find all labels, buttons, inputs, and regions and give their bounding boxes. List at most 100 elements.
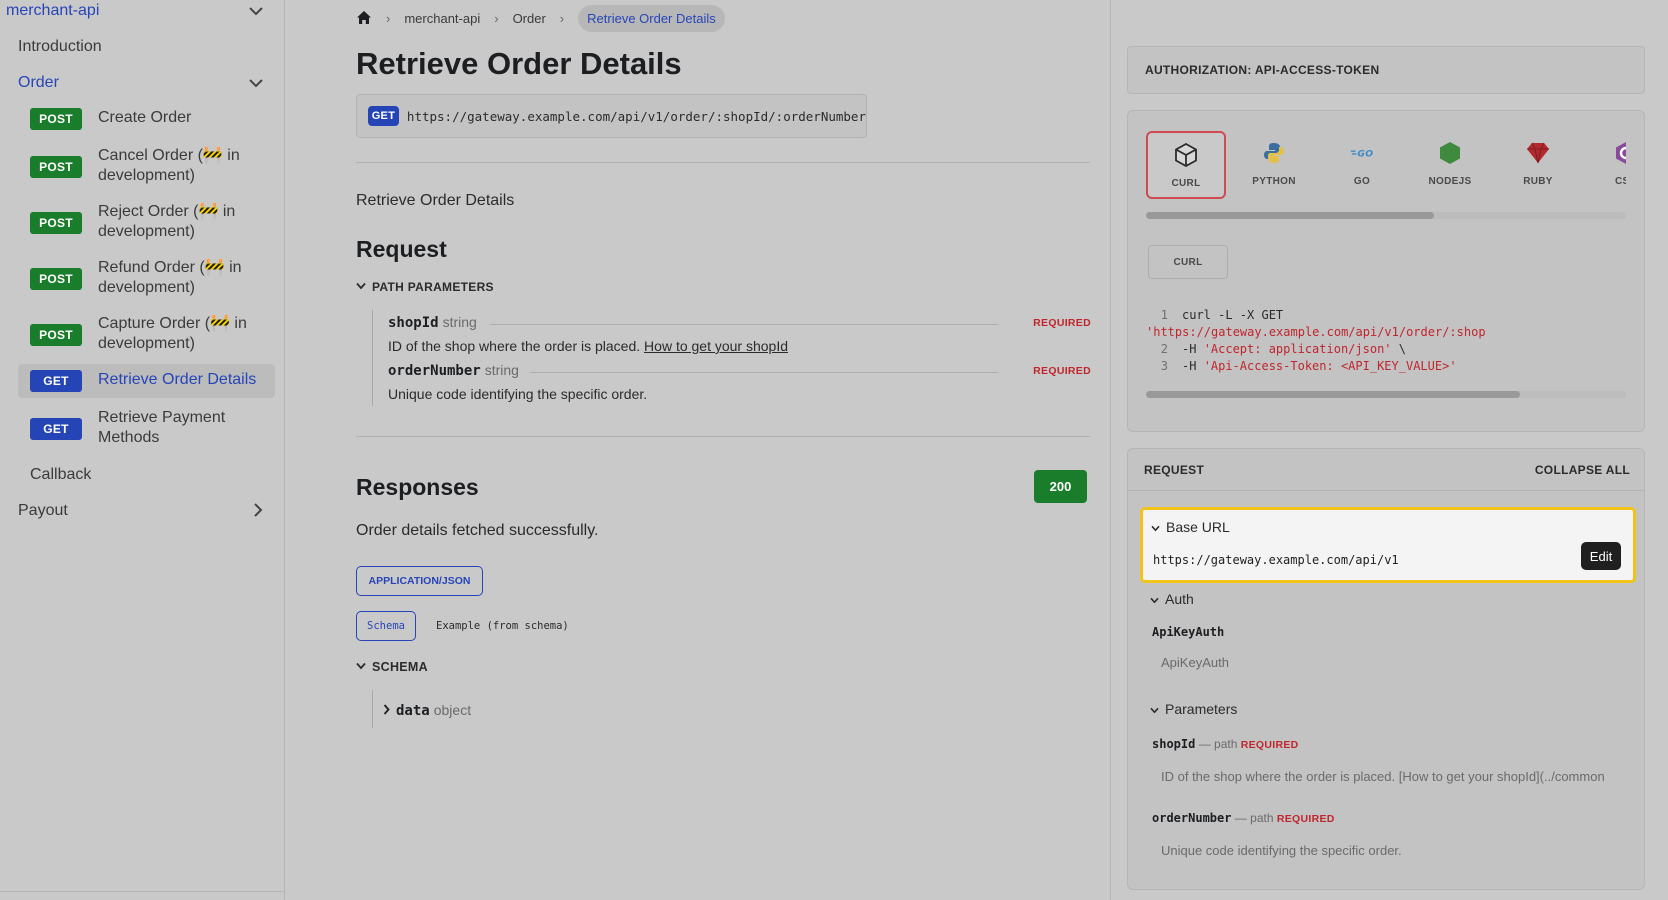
breadcrumb-current: Retrieve Order Details bbox=[578, 4, 725, 32]
parameters-section-toggle[interactable]: Parameters bbox=[1150, 701, 1237, 717]
lang-tab-ruby[interactable]: RUBY bbox=[1498, 131, 1578, 199]
sidebar-item-create-order[interactable]: POST Create Order bbox=[18, 108, 275, 130]
code-token: -H bbox=[1182, 359, 1204, 373]
base-url-toggle[interactable]: Base URL bbox=[1151, 519, 1230, 535]
sidebar-category-label: Order bbox=[18, 74, 59, 91]
sidebar-item-label: Refund Order (🚧 in development) bbox=[98, 259, 242, 296]
example-tab[interactable]: Example (from schema) bbox=[436, 620, 569, 632]
endpoint-url: https://gateway.example.com/api/v1/order… bbox=[406, 108, 866, 124]
lang-tab-label: CURL bbox=[1171, 178, 1201, 189]
lang-tab-curl[interactable]: CURL bbox=[1146, 131, 1226, 199]
required-badge: REQUIRED bbox=[1033, 365, 1091, 377]
sidebar-item-capture-order[interactable]: POST Capture Order (🚧 in development) bbox=[18, 314, 275, 356]
sidebar-item-retrieve-order-details[interactable]: GET Retrieve Order Details bbox=[18, 364, 275, 398]
param-description-text: ID of the shop where the order is placed… bbox=[388, 338, 645, 354]
response-status-button[interactable]: 200 bbox=[1034, 470, 1087, 503]
how-to-get-shopid-link[interactable]: How to get your shopId bbox=[644, 338, 788, 354]
ordernumber-input[interactable]: Unique code identifying the specific ord… bbox=[1161, 843, 1621, 858]
sidebar-item-refund-order[interactable]: POST Refund Order (🚧 in development) bbox=[18, 258, 275, 300]
breadcrumb-item[interactable]: merchant-api bbox=[404, 11, 480, 26]
auth-section-label: Auth bbox=[1165, 591, 1194, 607]
content-type-selector[interactable]: APPLICATION/JSON bbox=[356, 566, 483, 596]
chevron-down-icon bbox=[1150, 595, 1159, 607]
right-panel: AUTHORIZATION: API-ACCESS-TOKEN CURL PYT… bbox=[1110, 0, 1668, 900]
lang-tab-label: CSH bbox=[1614, 176, 1626, 187]
method-badge: POST bbox=[30, 212, 82, 234]
sidebar-item-callback[interactable]: Callback bbox=[0, 464, 285, 486]
schema-tab[interactable]: Schema bbox=[356, 611, 416, 641]
nodejs-icon bbox=[1438, 141, 1462, 165]
curl-icon bbox=[1174, 143, 1198, 167]
chevron-down-icon bbox=[1151, 519, 1160, 535]
param-rule bbox=[530, 372, 998, 373]
code-sample-card: CURL PYTHON GO GO NODEJS RUBY C CURL 1 c… bbox=[1127, 110, 1645, 432]
method-badge: POST bbox=[30, 108, 82, 130]
chevron-right-icon bbox=[383, 702, 390, 718]
chevron-down-icon[interactable] bbox=[249, 3, 263, 19]
ruby-icon bbox=[1526, 141, 1550, 165]
request-heading: Request bbox=[356, 236, 447, 262]
language-scrollbar[interactable] bbox=[1146, 212, 1434, 219]
request-builder-card: REQUEST COLLAPSE ALL Base URL https://ga… bbox=[1127, 448, 1645, 890]
sidebar-item-label: Create Order bbox=[98, 109, 192, 126]
request-label: REQUEST bbox=[1144, 462, 1205, 477]
auth-scheme-name: ApiKeyAuth bbox=[1152, 625, 1225, 639]
shopid-input[interactable]: ID of the shop where the order is placed… bbox=[1161, 769, 1621, 784]
collapse-all-button[interactable]: COLLAPSE ALL bbox=[1535, 463, 1630, 477]
sidebar-item-introduction[interactable]: Introduction bbox=[0, 36, 285, 58]
schema-label: SCHEMA bbox=[372, 660, 428, 674]
schema-field-data[interactable]: data object bbox=[383, 702, 471, 719]
request-param-name: orderNumber bbox=[1152, 811, 1232, 825]
line-number: 1 bbox=[1160, 308, 1168, 322]
lang-tab-csharp[interactable]: CSH bbox=[1586, 131, 1626, 199]
code-token: \ bbox=[1391, 342, 1406, 356]
chevron-down-icon bbox=[356, 661, 366, 673]
request-param-label: shopId — path REQUIRED bbox=[1152, 737, 1299, 751]
sidebar-item-label: Reject Order (🚧 in development) bbox=[98, 203, 236, 240]
code-token: 'Accept: application/json' bbox=[1203, 342, 1392, 356]
lang-tab-go[interactable]: GO GO bbox=[1322, 131, 1402, 199]
sidebar-item-label: Retrieve Payment Methods bbox=[98, 409, 226, 446]
lang-tab-nodejs[interactable]: NODEJS bbox=[1410, 131, 1490, 199]
go-icon: GO bbox=[1350, 141, 1374, 165]
breadcrumb-separator: › bbox=[559, 10, 565, 26]
home-icon[interactable] bbox=[356, 10, 372, 26]
request-param-meta: — path bbox=[1231, 811, 1277, 825]
chevron-right-icon[interactable] bbox=[253, 502, 263, 520]
code-scrollbar[interactable] bbox=[1146, 391, 1520, 398]
breadcrumb-item[interactable]: Order bbox=[513, 11, 546, 26]
authorization-header[interactable]: AUTHORIZATION: API-ACCESS-TOKEN bbox=[1127, 46, 1645, 94]
schema-field-name: data bbox=[396, 703, 430, 719]
request-builder-header: REQUEST COLLAPSE ALL bbox=[1128, 449, 1644, 491]
chevron-down-icon bbox=[356, 281, 366, 293]
schema-toggle[interactable]: SCHEMA bbox=[356, 660, 428, 674]
sidebar-item-reject-order[interactable]: POST Reject Order (🚧 in development) bbox=[18, 202, 275, 244]
path-parameters-toggle[interactable]: PATH PARAMETERS bbox=[356, 280, 494, 294]
param-name: shopId bbox=[388, 315, 439, 331]
path-parameters-label: PATH PARAMETERS bbox=[372, 280, 494, 294]
auth-section-toggle[interactable]: Auth bbox=[1150, 591, 1194, 607]
sidebar-item-retrieve-payment-methods[interactable]: GET Retrieve Payment Methods bbox=[18, 408, 275, 450]
code-line: 2 -H 'Accept: application/json' \ bbox=[1146, 341, 1626, 358]
code-token: -H bbox=[1182, 342, 1204, 356]
sidebar-category-payout[interactable]: Payout bbox=[0, 500, 285, 522]
method-badge: GET bbox=[368, 106, 399, 126]
edit-base-url-button[interactable]: Edit bbox=[1581, 542, 1621, 570]
sidebar-root-merchant-api[interactable]: merchant-api bbox=[0, 0, 285, 22]
response-description: Order details fetched successfully. bbox=[356, 522, 599, 539]
sidebar-item-cancel-order[interactable]: POST Cancel Order (🚧 in development) bbox=[18, 146, 275, 188]
required-badge: REQUIRED bbox=[1240, 739, 1299, 751]
lang-tab-python[interactable]: PYTHON bbox=[1234, 131, 1314, 199]
base-url-section[interactable]: Base URL https://gateway.example.com/api… bbox=[1140, 507, 1636, 583]
curl-variant-tab[interactable]: CURL bbox=[1148, 245, 1228, 279]
sidebar-category-order[interactable]: Order bbox=[0, 72, 285, 94]
method-badge: POST bbox=[30, 324, 82, 346]
base-url-label: Base URL bbox=[1166, 519, 1230, 535]
line-number: 3 bbox=[1160, 359, 1168, 373]
chevron-down-icon[interactable] bbox=[249, 75, 263, 91]
param-row-shopid: shopId string REQUIRED ID of the shop whe… bbox=[388, 314, 1091, 354]
line-number: 2 bbox=[1160, 342, 1168, 356]
endpoint-url-box: GET https://gateway.example.com/api/v1/o… bbox=[356, 94, 867, 138]
method-badge: GET bbox=[30, 370, 82, 392]
auth-value-input[interactable]: ApiKeyAuth bbox=[1161, 655, 1621, 670]
